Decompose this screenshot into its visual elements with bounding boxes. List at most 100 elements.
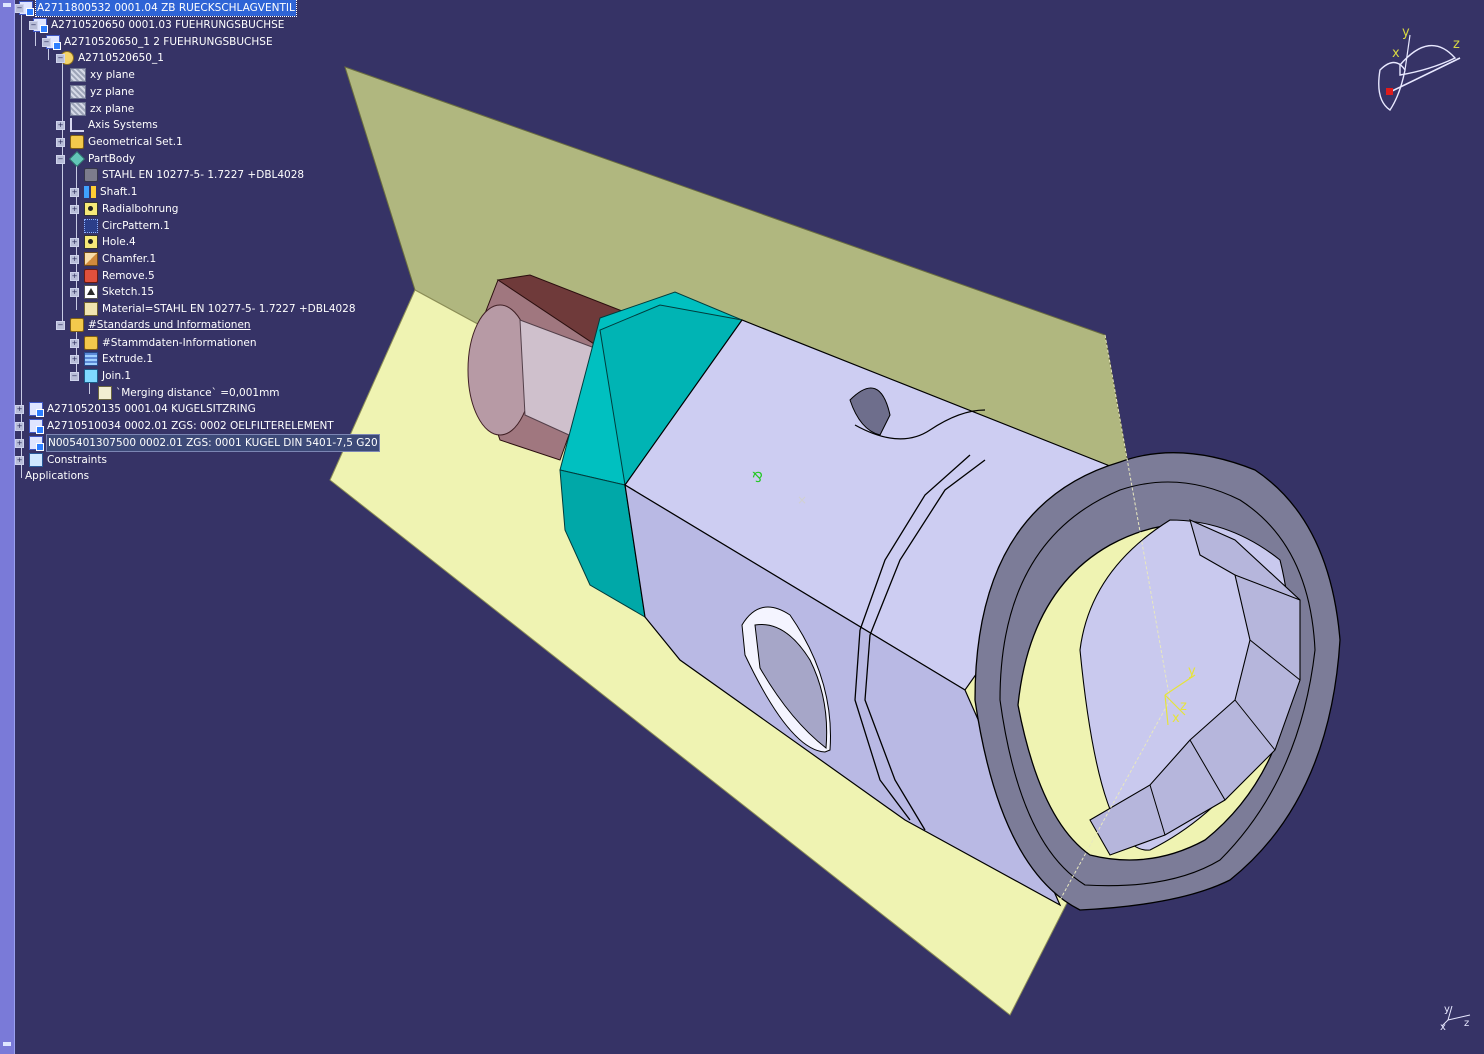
tree-node-label: A2711800532 0001.04 ZB RUECKSCHLAGVENTIL: [35, 0, 297, 17]
tree-node-label: N005401307500 0002.01 ZGS: 0001 KUGEL DI…: [46, 434, 380, 452]
compass-x-label: x: [1392, 46, 1400, 61]
tree-node-label: Hole.4: [102, 236, 136, 248]
tree-node-label: CircPattern.1: [102, 220, 170, 232]
sketch-icon: [84, 285, 98, 299]
expander-expand-icon[interactable]: +: [70, 339, 79, 348]
product-icon: [29, 402, 44, 417]
tree-node-label: #Standards und Informationen: [88, 319, 251, 331]
part-axis-z-label: z: [1180, 699, 1187, 714]
rail-arrow-down-icon[interactable]: [3, 1042, 11, 1046]
expander-expand-icon[interactable]: +: [70, 255, 79, 264]
part-axis-x-label: x: [1172, 711, 1180, 726]
expander-collapse-icon[interactable]: −: [70, 372, 79, 381]
expander-expand-icon[interactable]: +: [15, 405, 24, 414]
tree-node-label: xy plane: [90, 69, 135, 81]
specification-tree[interactable]: A2711800532 0001.04 ZB RUECKSCHLAGVENTIL…: [0, 0, 380, 500]
tree-node-kugelsitzring[interactable]: A2710520135 0001.04 KUGELSITZRING: [29, 401, 257, 417]
partbody-icon: [69, 151, 85, 167]
shaft-icon: [84, 186, 96, 198]
tree-node-label: Axis Systems: [88, 119, 158, 131]
expander-collapse-icon[interactable]: −: [15, 4, 24, 13]
expander-expand-icon[interactable]: +: [70, 188, 79, 197]
expander-expand-icon[interactable]: +: [70, 355, 79, 364]
tree-node-oelfilterelement[interactable]: A2710510034 0002.01 ZGS: 0002 OELFILTERE…: [29, 418, 335, 434]
tree-node-constraints[interactable]: Constraints: [29, 452, 108, 468]
join-icon: [84, 369, 98, 383]
tree-node-stammdaten[interactable]: #Stammdaten-Informationen: [84, 335, 258, 351]
tree-node-root-assembly[interactable]: A2711800532 0001.04 ZB RUECKSCHLAGVENTIL: [19, 0, 297, 17]
tree-node-label: Extrude.1: [102, 353, 154, 365]
tree-node-material-parameter[interactable]: Material=STAHL EN 10277-5- 1.7227 +DBL40…: [84, 301, 357, 317]
expander-expand-icon[interactable]: +: [70, 288, 79, 297]
plane-icon: [70, 85, 86, 99]
tree-node-sketch[interactable]: Sketch.15: [84, 284, 155, 300]
tree-node-extrude[interactable]: Extrude.1: [84, 351, 154, 367]
compass-y-label: y: [1402, 25, 1410, 40]
expander-collapse-icon[interactable]: −: [56, 321, 65, 330]
tree-node-label: Remove.5: [102, 270, 155, 282]
tree-node-label: A2710520650_1 2 FUEHRUNGSBUCHSE: [64, 36, 273, 48]
product-icon: [29, 419, 44, 434]
tree-node-part[interactable]: A2710520650_1: [60, 50, 165, 66]
tree-node-merging-distance[interactable]: `Merging distance` =0,001mm: [98, 385, 281, 401]
tree-node-axis-systems[interactable]: Axis Systems: [70, 117, 159, 133]
geometrical-set-icon: [70, 135, 84, 149]
tree-node-label: A2710520650_1: [78, 52, 164, 64]
expander-expand-icon[interactable]: +: [56, 138, 65, 147]
expander-collapse-icon[interactable]: −: [42, 38, 51, 47]
corner-axis-triad: y z x: [1440, 1004, 1471, 1033]
expander-expand-icon[interactable]: +: [15, 422, 24, 431]
hole-icon: [84, 202, 98, 216]
3d-viewport[interactable]: ⅋ × y x z x y z y z x A2711800532 0001.0…: [0, 0, 1484, 1054]
svg-text:⅋: ⅋: [752, 470, 763, 486]
plane-icon: [70, 68, 86, 82]
plane-icon: [70, 102, 86, 116]
tree-node-label: A2710510034 0002.01 ZGS: 0002 OELFILTERE…: [47, 420, 334, 432]
tree-node-xy-plane[interactable]: xy plane: [70, 67, 136, 83]
corner-axis-z-label: z: [1464, 1018, 1469, 1029]
hole-icon: [84, 235, 98, 249]
tree-node-standards[interactable]: #Standards und Informationen: [70, 317, 252, 333]
tree-node-circpattern[interactable]: CircPattern.1: [84, 218, 171, 234]
tree-node-zx-plane[interactable]: zx plane: [70, 101, 135, 117]
tree-node-label: Radialbohrung: [102, 203, 179, 215]
part-axis-y-label: y: [1188, 664, 1196, 679]
expander-expand-icon[interactable]: +: [15, 439, 24, 448]
tree-node-label: STAHL EN 10277-5- 1.7227 +DBL4028: [102, 169, 305, 181]
tree-node-label: Shaft.1: [100, 186, 138, 198]
tree-node-partbody[interactable]: PartBody: [69, 151, 136, 167]
tree-node-chamfer[interactable]: Chamfer.1: [84, 251, 157, 267]
tree-node-label: Join.1: [102, 370, 132, 382]
tree-node-fuehrungsbuchse[interactable]: A2710520650 0001.03 FUEHRUNGSBUCHSE: [33, 17, 285, 33]
constraints-icon: [29, 453, 43, 467]
tree-node-geometrical-set[interactable]: Geometrical Set.1: [70, 134, 184, 150]
tree-node-applications[interactable]: Applications: [24, 468, 90, 484]
axis-system-icon: [70, 118, 84, 132]
expander-collapse-icon[interactable]: −: [56, 155, 65, 164]
tree-node-fuehrungsbuchse-instance[interactable]: A2710520650_1 2 FUEHRUNGSBUCHSE: [46, 34, 274, 50]
extrude-icon: [84, 352, 98, 366]
compass-red-handle[interactable]: [1386, 88, 1393, 95]
tree-node-radialbohrung[interactable]: Radialbohrung: [84, 201, 179, 217]
expander-expand-icon[interactable]: +: [15, 456, 24, 465]
tree-node-hole4[interactable]: Hole.4: [84, 234, 137, 250]
expander-expand-icon[interactable]: +: [70, 205, 79, 214]
expander-collapse-icon[interactable]: −: [29, 21, 38, 30]
tree-node-shaft[interactable]: Shaft.1: [84, 184, 138, 200]
tree-node-label: A2710520135 0001.04 KUGELSITZRING: [47, 403, 256, 415]
expander-expand-icon[interactable]: +: [56, 121, 65, 130]
tree-node-material-stahl[interactable]: STAHL EN 10277-5- 1.7227 +DBL4028: [84, 167, 305, 183]
material-parameter-icon: [84, 302, 98, 316]
expander-collapse-icon[interactable]: −: [56, 54, 65, 63]
tree-node-remove[interactable]: Remove.5: [84, 268, 156, 284]
expander-expand-icon[interactable]: +: [70, 272, 79, 281]
expander-expand-icon[interactable]: +: [70, 238, 79, 247]
remove-icon: [84, 269, 98, 283]
tree-node-join[interactable]: Join.1: [84, 368, 132, 384]
tree-node-label: Chamfer.1: [102, 253, 157, 265]
tree-node-yz-plane[interactable]: yz plane: [70, 84, 135, 100]
compass-widget[interactable]: x y z: [1378, 25, 1461, 111]
tree-node-label: `Merging distance` =0,001mm: [116, 387, 280, 399]
tree-node-kugel[interactable]: N005401307500 0002.01 ZGS: 0001 KUGEL DI…: [29, 434, 380, 452]
geometrical-set-icon: [70, 318, 84, 332]
